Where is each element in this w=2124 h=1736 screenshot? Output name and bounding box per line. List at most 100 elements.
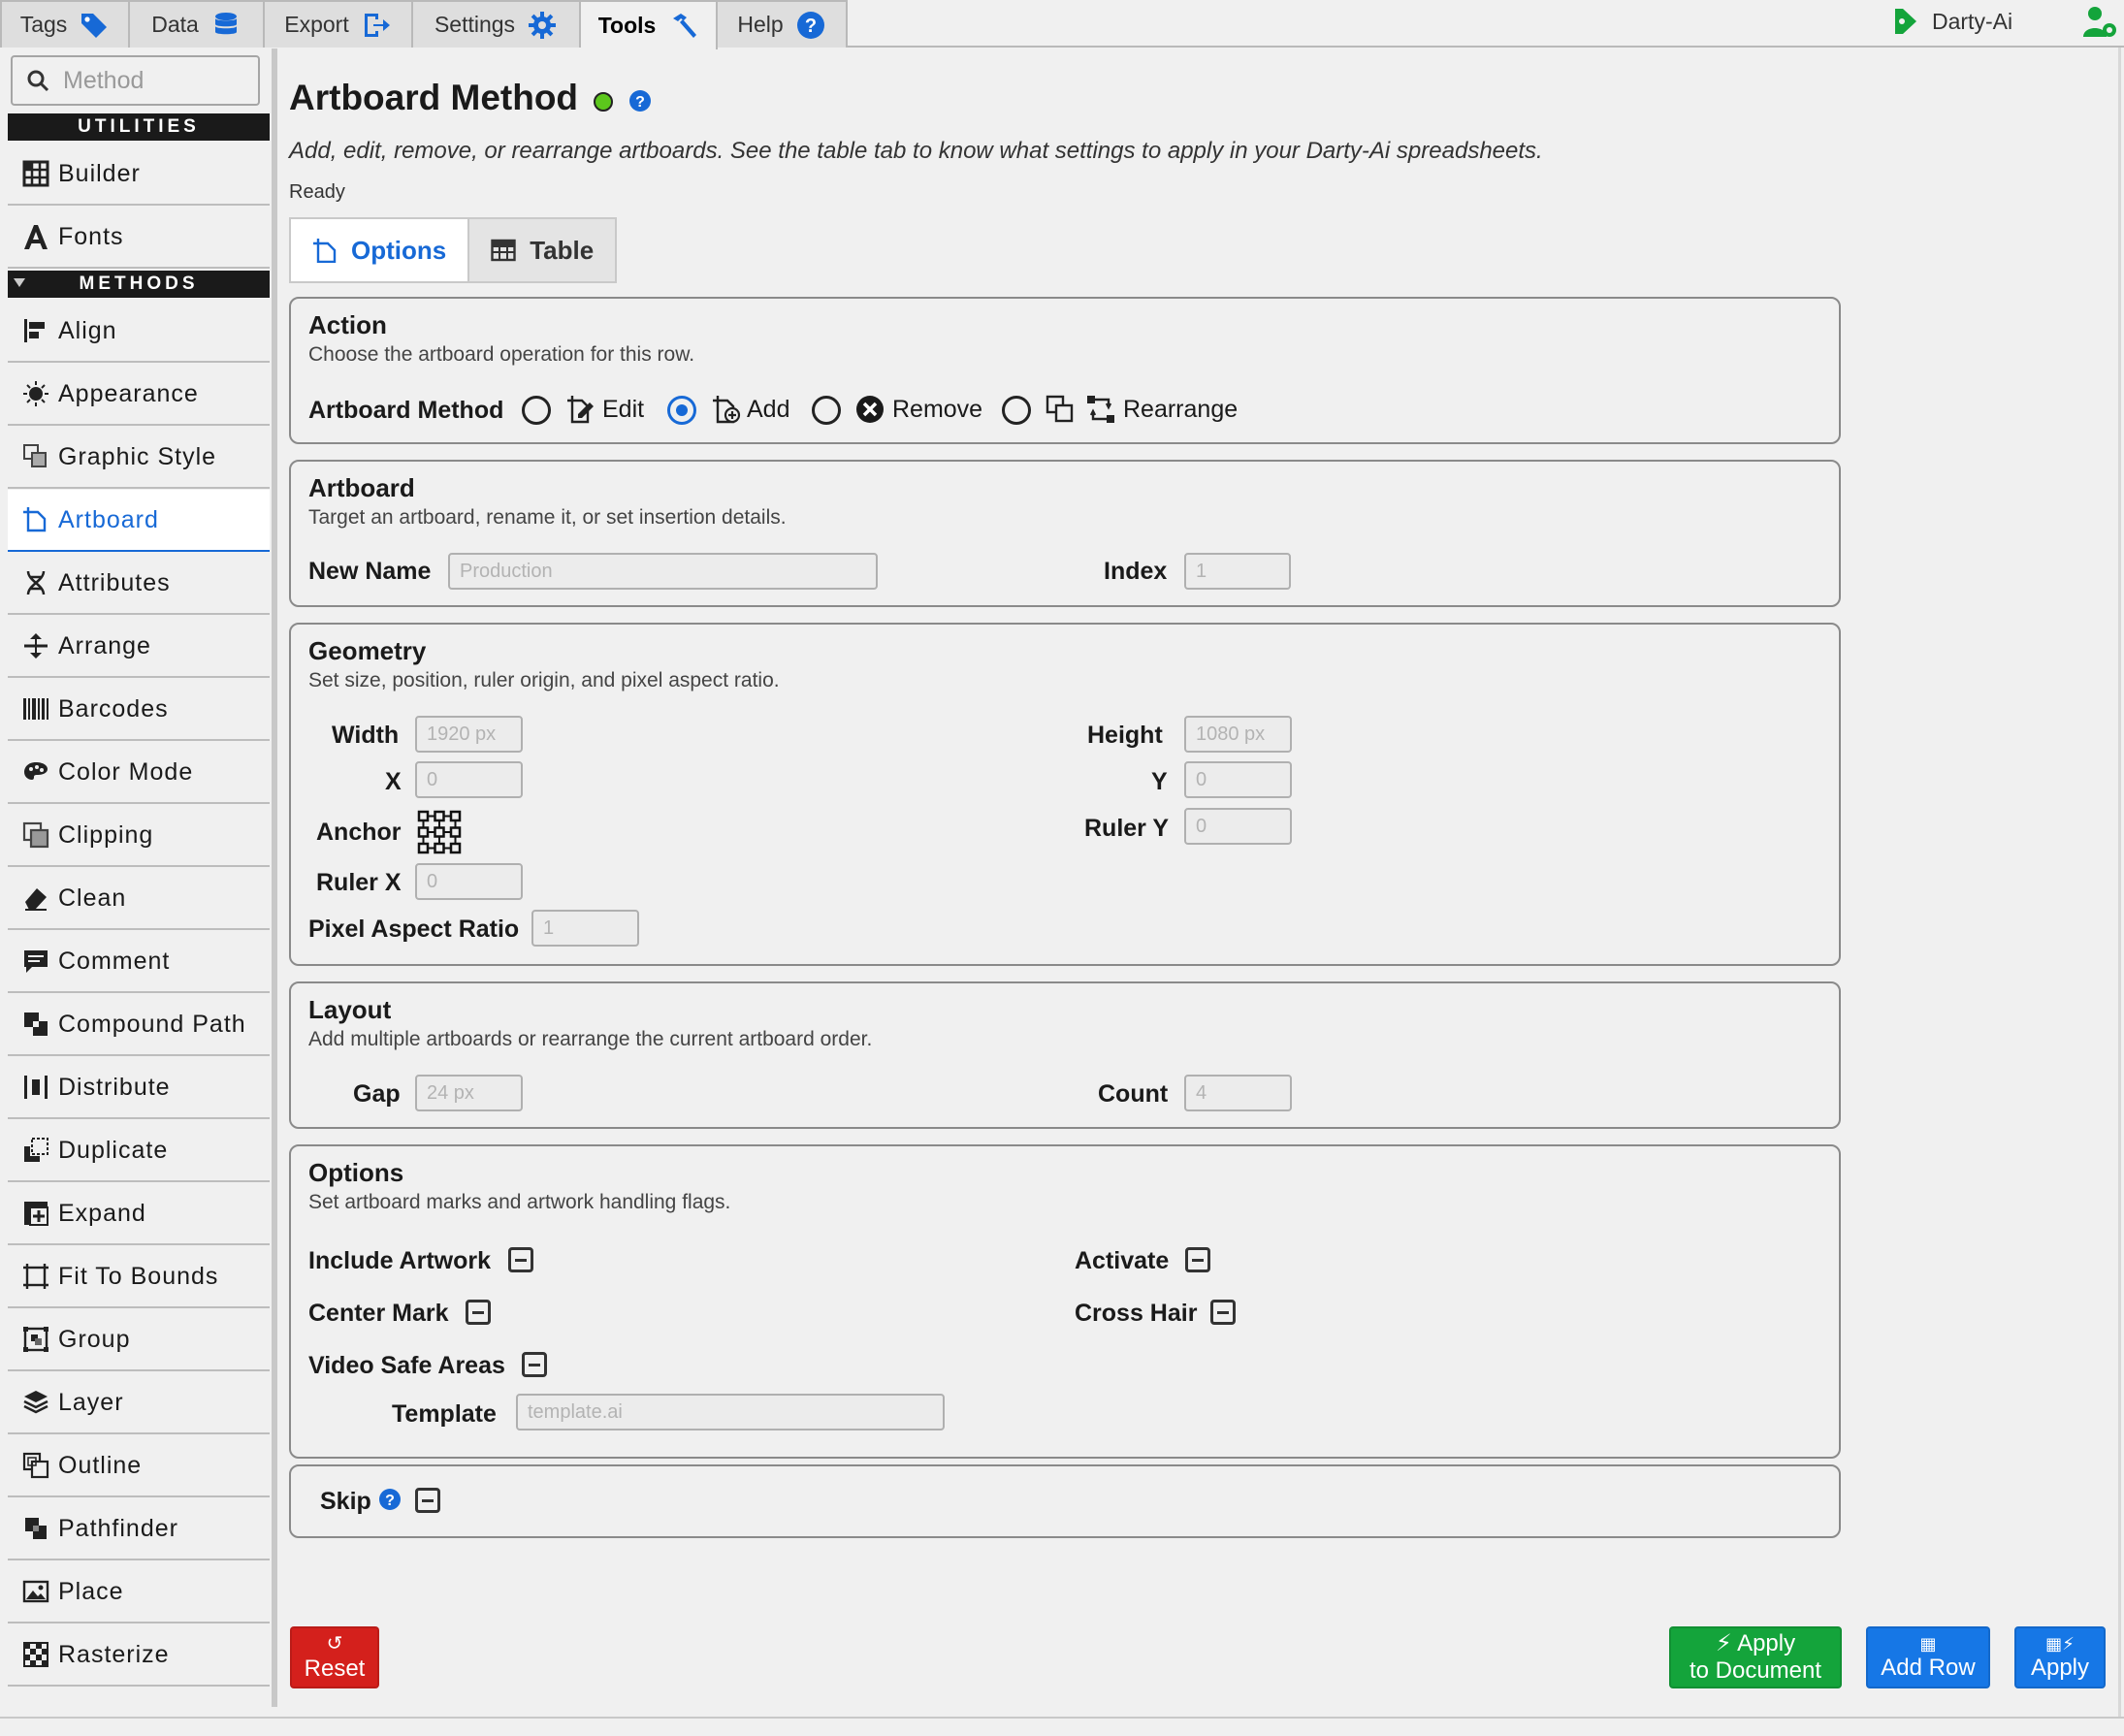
sidebar-item-rasterize[interactable]: Rasterize — [8, 1624, 270, 1687]
radio-label: Edit — [602, 396, 645, 423]
sidebar-item-color-mode[interactable]: Color Mode — [8, 742, 270, 804]
tab-tools[interactable]: Tools — [581, 0, 718, 49]
remove-circle-icon — [856, 396, 884, 423]
tab-help[interactable]: Help ? — [718, 0, 848, 48]
center-mark-checkbox[interactable] — [466, 1300, 491, 1325]
sidebar-item-label: Barcodes — [58, 694, 169, 723]
sidebar-item-label: Outline — [58, 1451, 143, 1479]
edit-artboard-icon — [567, 396, 594, 424]
sidebar-item-align[interactable]: Align — [8, 301, 270, 363]
sidebar-item-layer[interactable]: Layer — [8, 1372, 270, 1434]
sidebar-item-label: Layer — [58, 1388, 124, 1416]
utilities-heading: UTILITIES — [8, 113, 270, 141]
count-input[interactable] — [1184, 1075, 1292, 1111]
width-input[interactable] — [415, 716, 523, 753]
svg-text:?: ? — [805, 16, 817, 37]
sidebar-item-comment[interactable]: Comment — [8, 931, 270, 993]
sidebar-item-outline[interactable]: Outline — [8, 1435, 270, 1497]
tab-settings[interactable]: Settings — [413, 0, 581, 48]
ruler-y-input[interactable] — [1184, 808, 1292, 845]
search-input[interactable] — [63, 66, 247, 95]
artboard-panel: Artboard Target an artboard, rename it, … — [289, 460, 1841, 607]
hammer-icon — [673, 13, 697, 38]
panel-description: Add multiple artboards or rearrange the … — [308, 1028, 873, 1050]
radio-remove[interactable] — [812, 396, 841, 425]
new-name-input[interactable] — [448, 553, 878, 590]
radio-rearrange[interactable] — [1002, 396, 1031, 425]
reset-button[interactable]: ↺ Reset — [290, 1626, 379, 1688]
sidebar-item-attributes[interactable]: Attributes — [8, 553, 270, 615]
cross-hair-checkbox[interactable] — [1210, 1300, 1236, 1325]
index-input[interactable] — [1184, 553, 1291, 590]
tab-label: Data — [151, 12, 199, 37]
sidebar-item-label: Clean — [58, 884, 127, 912]
video-safe-areas-checkbox[interactable] — [522, 1352, 547, 1377]
group-icon — [21, 1325, 50, 1354]
sun-icon — [21, 379, 50, 408]
include-artwork-checkbox[interactable] — [508, 1247, 533, 1272]
sidebar-item-label: Appearance — [58, 379, 199, 407]
sidebar-item-clean[interactable]: Clean — [8, 868, 270, 930]
tab-tags[interactable]: Tags — [0, 0, 130, 48]
apply-button[interactable]: ▦⚡ Apply — [2014, 1626, 2106, 1688]
sidebar-item-label: Compound Path — [58, 1010, 246, 1038]
sidebar-item-fit-to-bounds[interactable]: Fit To Bounds — [8, 1246, 270, 1308]
sidebar-item-distribute[interactable]: Distribute — [8, 1057, 270, 1119]
tag-icon — [81, 13, 108, 38]
panel-title: Artboard — [308, 473, 415, 502]
sidebar-item-pathfinder[interactable]: Pathfinder — [8, 1498, 270, 1560]
sidebar-item-place[interactable]: Place — [8, 1561, 270, 1623]
image-icon — [21, 1577, 50, 1606]
template-input[interactable] — [516, 1394, 945, 1431]
sidebar-item-clipping[interactable]: Clipping — [8, 805, 270, 867]
sidebar-item-label: Artboard — [58, 505, 159, 533]
method-search[interactable] — [11, 55, 260, 106]
tab-data[interactable]: Data — [130, 0, 265, 48]
sidebar-item-compound-path[interactable]: Compound Path — [8, 994, 270, 1056]
skip-checkbox[interactable] — [415, 1488, 440, 1513]
sidebar-item-graphic-style[interactable]: Graphic Style — [8, 427, 270, 489]
sidebar-item-fonts[interactable]: Fonts — [8, 207, 270, 269]
height-input[interactable] — [1184, 716, 1292, 753]
pixel-aspect-ratio-input[interactable] — [531, 910, 639, 947]
layout-panel: Layout Add multiple artboards or rearran… — [289, 981, 1841, 1129]
bolt-icon: ⚡ — [2062, 1633, 2075, 1654]
y-input[interactable] — [1184, 761, 1292, 798]
radio-edit[interactable] — [522, 396, 551, 425]
sidebar-item-expand[interactable]: Expand — [8, 1183, 270, 1245]
tab-export[interactable]: Export — [265, 0, 413, 48]
gap-input[interactable] — [415, 1075, 523, 1111]
sidebar-item-appearance[interactable]: Appearance — [8, 364, 270, 426]
pixel-aspect-ratio-label: Pixel Aspect Ratio — [308, 916, 520, 943]
sidebar-item-label: Distribute — [58, 1073, 171, 1101]
activate-checkbox[interactable] — [1185, 1247, 1210, 1272]
sidebar-item-barcodes[interactable]: Barcodes — [8, 679, 270, 741]
add-row-button[interactable]: ▦ Add Row — [1866, 1626, 1990, 1688]
arrange-icon — [21, 631, 50, 660]
sidebar-item-artboard[interactable]: Artboard — [8, 490, 270, 552]
window-edge — [2118, 48, 2121, 1718]
anchor-label: Anchor — [316, 819, 402, 846]
apply-to-document-button[interactable]: ⚡ Apply to Document — [1669, 1626, 1842, 1688]
sidebar-item-arrange[interactable]: Arrange — [8, 616, 270, 678]
duplicate-icon — [21, 1136, 50, 1165]
sidebar-scrollbar[interactable] — [272, 48, 277, 1707]
radio-add[interactable] — [667, 396, 696, 425]
tab-options[interactable]: Options — [291, 219, 470, 281]
action-panel: Action Choose the artboard operation for… — [289, 297, 1841, 444]
dna-icon — [21, 568, 50, 597]
anchor-grid-icon[interactable] — [417, 810, 462, 854]
user-settings-icon[interactable] — [2081, 5, 2118, 40]
sidebar-item-label: Builder — [58, 159, 141, 187]
x-input[interactable] — [415, 761, 523, 798]
sidebar-item-duplicate[interactable]: Duplicate — [8, 1120, 270, 1182]
pathfinder-icon — [21, 1514, 50, 1543]
sidebar-item-builder[interactable]: Builder — [8, 144, 270, 206]
tab-table[interactable]: Table — [469, 219, 616, 281]
methods-heading[interactable]: METHODS — [8, 271, 270, 298]
help-icon[interactable]: ? — [628, 89, 652, 113]
ruler-x-input[interactable] — [415, 863, 523, 900]
sidebar-item-group[interactable]: Group — [8, 1309, 270, 1371]
help-icon[interactable]: ? — [378, 1488, 402, 1511]
template-label: Template — [392, 1400, 497, 1428]
